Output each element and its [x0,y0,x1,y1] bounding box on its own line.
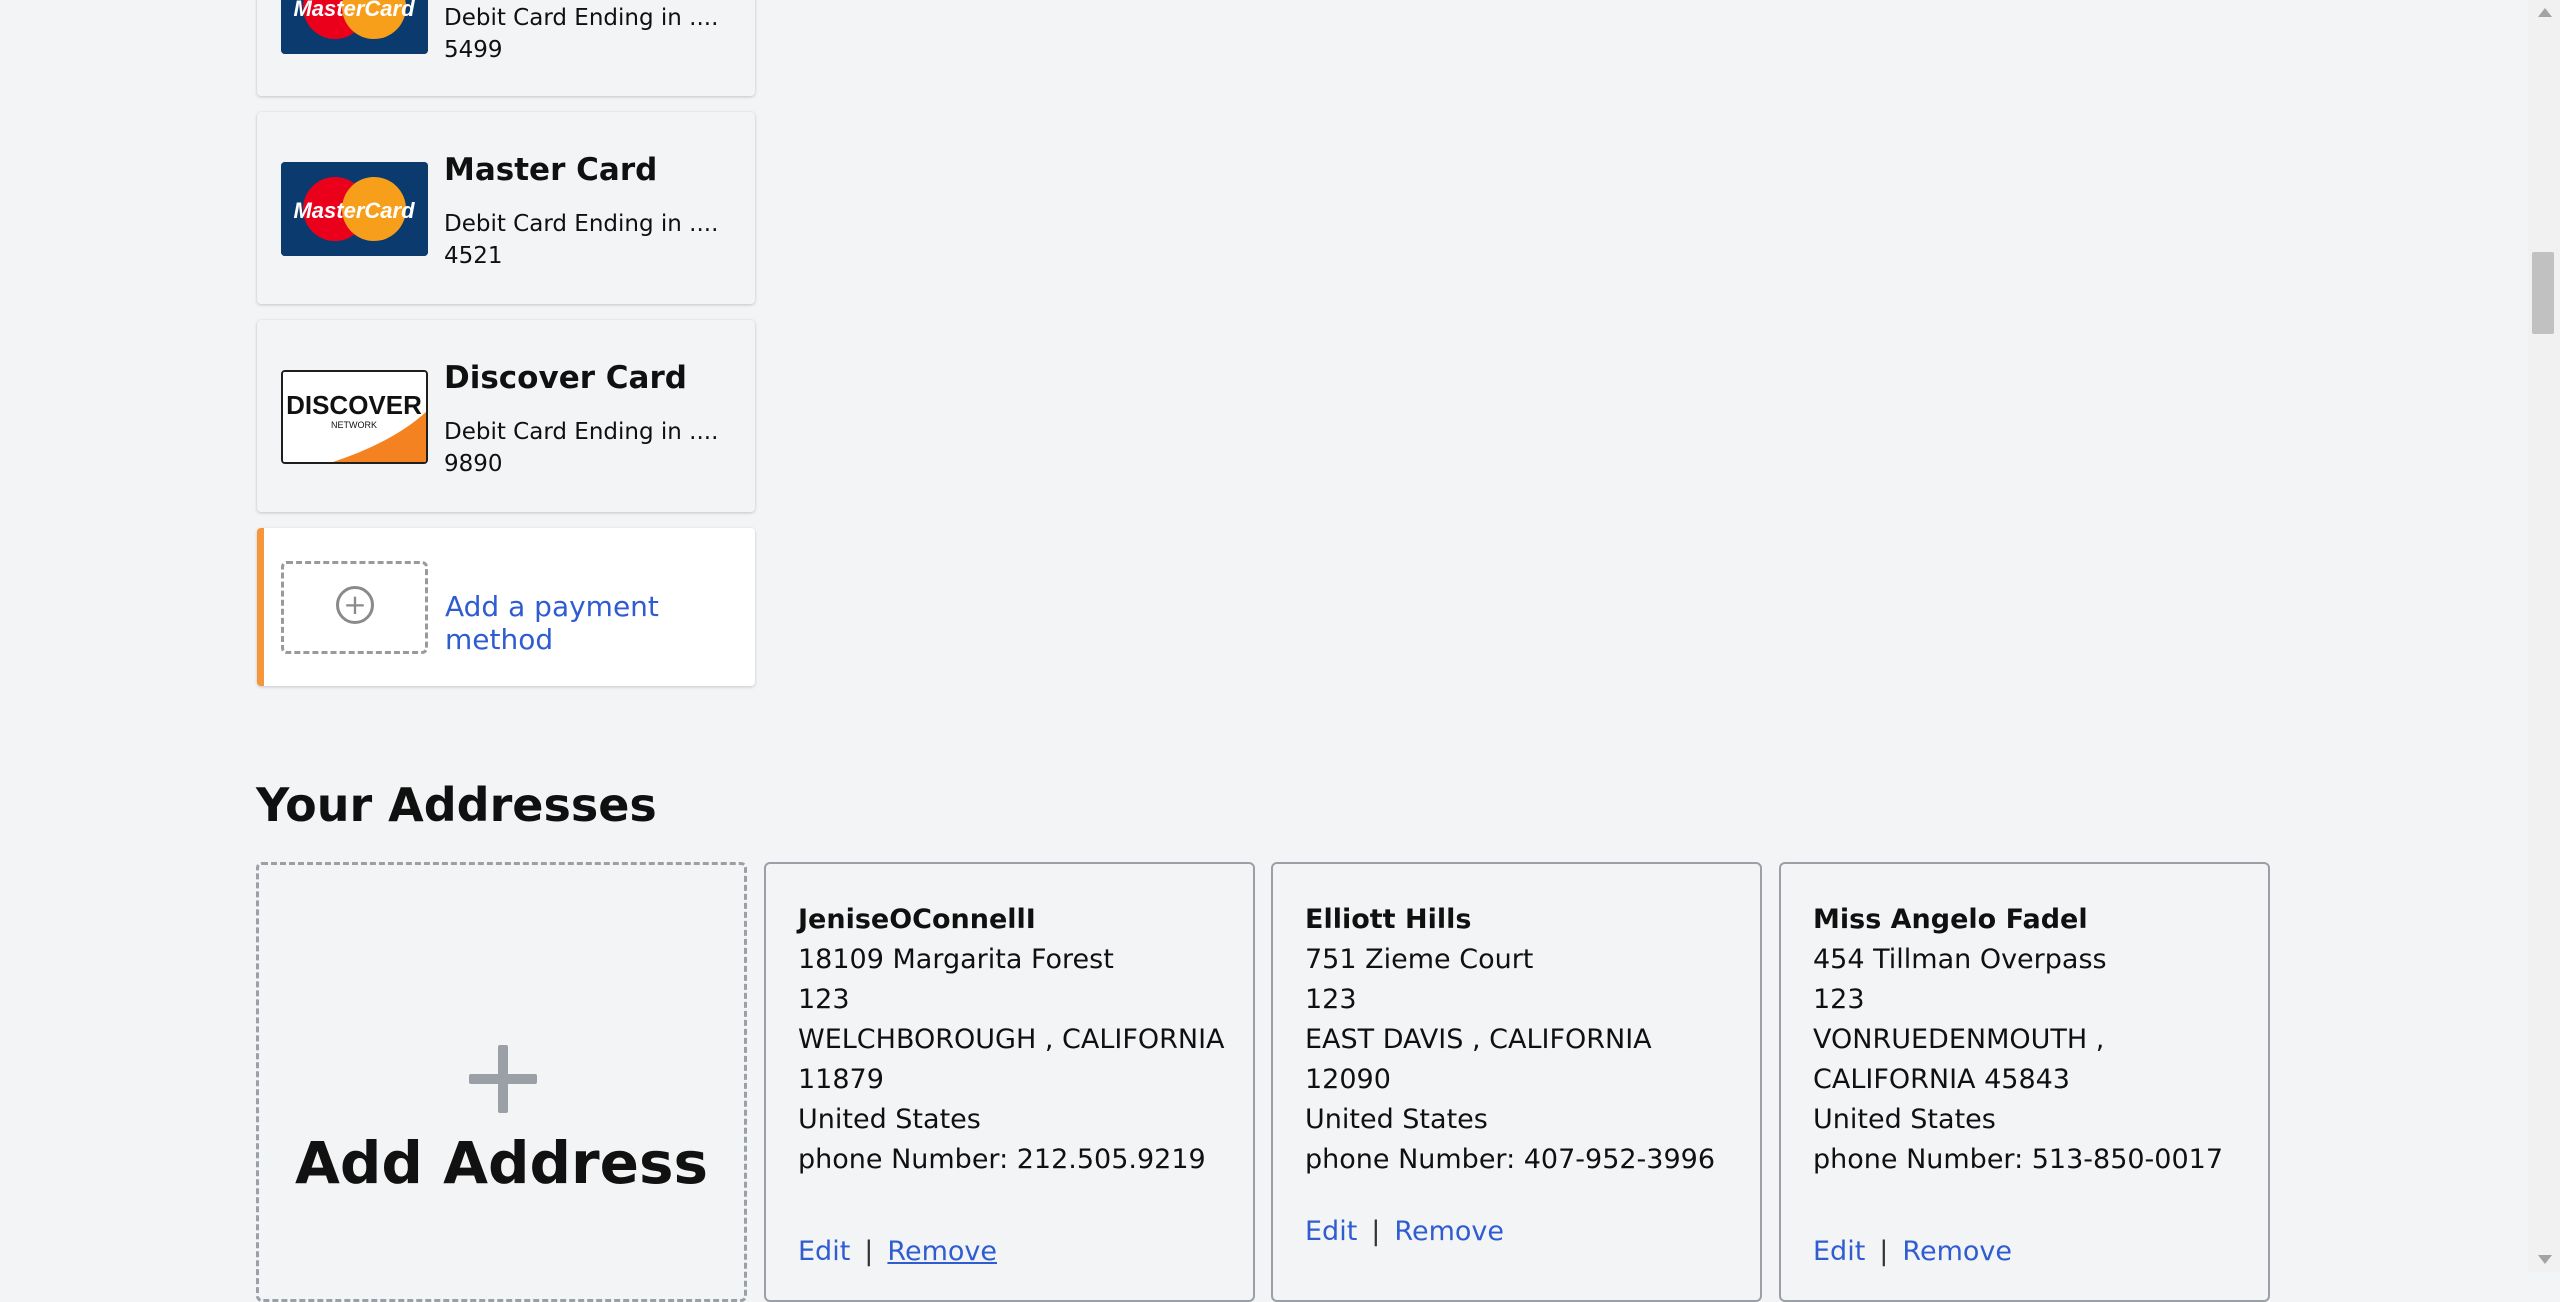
card-title: Discover Card [444,360,687,396]
add-payment-method-card[interactable]: + Add a payment method [257,528,755,686]
vertical-scrollbar[interactable] [2528,0,2560,1272]
address-line: United States [798,1104,981,1135]
svg-text:NETWORK: NETWORK [331,420,377,430]
address-line: 123 [1813,984,1865,1015]
add-address-label: Add Address [294,1129,709,1197]
discover-logo: DISCOVER NETWORK [281,370,428,464]
address-phone: phone Number: 513-850-0017 [1813,1144,2224,1175]
remove-address-link[interactable]: Remove [887,1236,997,1267]
address-line: CALIFORNIA 45843 [1813,1064,2070,1095]
remove-address-link[interactable]: Remove [1394,1216,1504,1247]
address-details: Miss Angelo Fadel 454 Tillman Overpass 1… [1813,900,2253,1180]
address-line: 751 Zieme Court [1305,944,1534,975]
card-title: Master Card [444,152,658,188]
address-line: 18109 Margarita Forest [798,944,1114,975]
separator: | [864,1236,874,1267]
address-phone: phone Number: 407-952-3996 [1305,1144,1716,1175]
svg-text:MasterCard: MasterCard [293,0,415,21]
address-details: JeniseOConnellI 18109 Margarita Forest 1… [798,900,1238,1180]
separator: | [1371,1216,1381,1247]
edit-address-link[interactable]: Edit [798,1236,850,1267]
address-card: JeniseOConnellI 18109 Margarita Forest 1… [764,862,1255,1302]
svg-text:DISCOVER: DISCOVER [286,390,422,420]
address-phone: phone Number: 212.505.9219 [798,1144,1206,1175]
plus-icon [469,1045,537,1113]
card-description: Debit Card Ending in .... 5499 [444,5,719,63]
svg-text:MasterCard: MasterCard [293,198,415,223]
scroll-up-arrow-icon[interactable] [2538,8,2552,17]
scrollbar-thumb[interactable] [2532,252,2554,334]
plus-circle-icon: + [336,586,374,624]
address-name: Miss Angelo Fadel [1813,904,2088,935]
address-line: 454 Tillman Overpass [1813,944,2107,975]
address-name: JeniseOConnellI [798,904,1036,935]
separator: | [1879,1236,1889,1267]
add-payment-placeholder: + [281,561,428,654]
address-card: Miss Angelo Fadel 454 Tillman Overpass 1… [1779,862,2270,1302]
edit-address-link[interactable]: Edit [1813,1236,1865,1267]
address-actions: Edit | Remove [798,1236,997,1267]
address-line: United States [1813,1104,1996,1135]
address-details: Elliott Hills 751 Zieme Court 123 EAST D… [1305,900,1745,1180]
add-address-card[interactable]: Add Address [256,862,747,1302]
add-payment-method-link[interactable]: Add a payment method [445,590,755,656]
address-line: EAST DAVIS , CALIFORNIA 12090 [1305,1024,1652,1095]
address-line: 123 [1305,984,1357,1015]
address-line: 11879 [798,1064,884,1095]
payment-card-discover-9890[interactable]: DISCOVER NETWORK Discover Card Debit Car… [257,320,755,512]
payment-card-mastercard-5499[interactable]: MasterCard Debit Card Ending in .... 549… [257,0,755,96]
payment-card-mastercard-4521[interactable]: MasterCard Master Card Debit Card Ending… [257,112,755,304]
address-line: 123 [798,984,850,1015]
card-description: Debit Card Ending in .... 9890 [444,419,719,477]
scroll-down-arrow-icon[interactable] [2538,1255,2552,1264]
addresses-section-title: Your Addresses [256,778,657,832]
remove-address-link[interactable]: Remove [1902,1236,2012,1267]
mastercard-logo: MasterCard [281,0,428,54]
card-description: Debit Card Ending in .... 4521 [444,211,719,269]
address-name: Elliott Hills [1305,904,1472,935]
address-actions: Edit | Remove [1813,1236,2012,1267]
address-line: United States [1305,1104,1488,1135]
address-line: WELCHBOROUGH , CALIFORNIA [798,1024,1225,1055]
edit-address-link[interactable]: Edit [1305,1216,1357,1247]
address-actions: Edit | Remove [1305,1216,1504,1247]
mastercard-logo: MasterCard [281,162,428,256]
address-card: Elliott Hills 751 Zieme Court 123 EAST D… [1271,862,1762,1302]
address-line: VONRUEDENMOUTH , [1813,1024,2105,1055]
